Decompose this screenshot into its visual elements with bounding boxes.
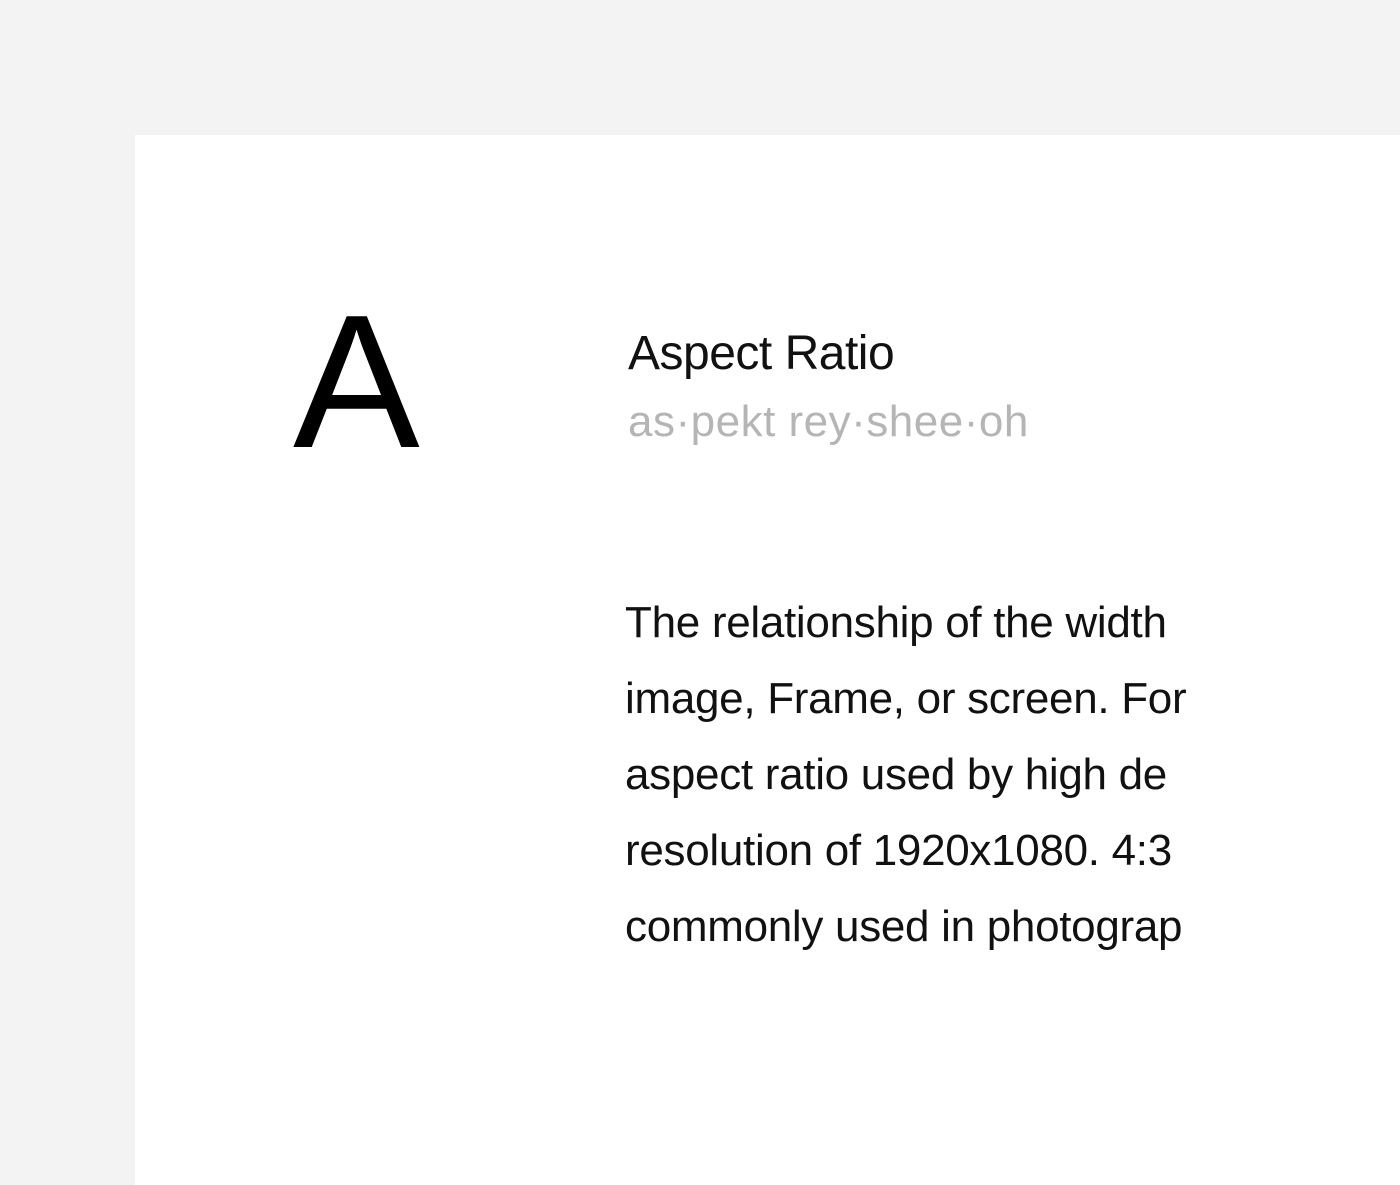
heading-column: Aspect Ratio as·pekt rey·shee·oh xyxy=(628,325,1029,447)
term-definition: The relationship of the width image, Fra… xyxy=(625,585,1400,965)
definition-card: A Aspect Ratio as·pekt rey·shee·oh The r… xyxy=(135,135,1400,1185)
term-title: Aspect Ratio xyxy=(628,325,1029,383)
entry-row: A Aspect Ratio as·pekt rey·shee·oh xyxy=(135,135,1400,515)
index-letter: A xyxy=(293,287,493,477)
term-pronunciation: as·pekt rey·shee·oh xyxy=(628,397,1029,447)
